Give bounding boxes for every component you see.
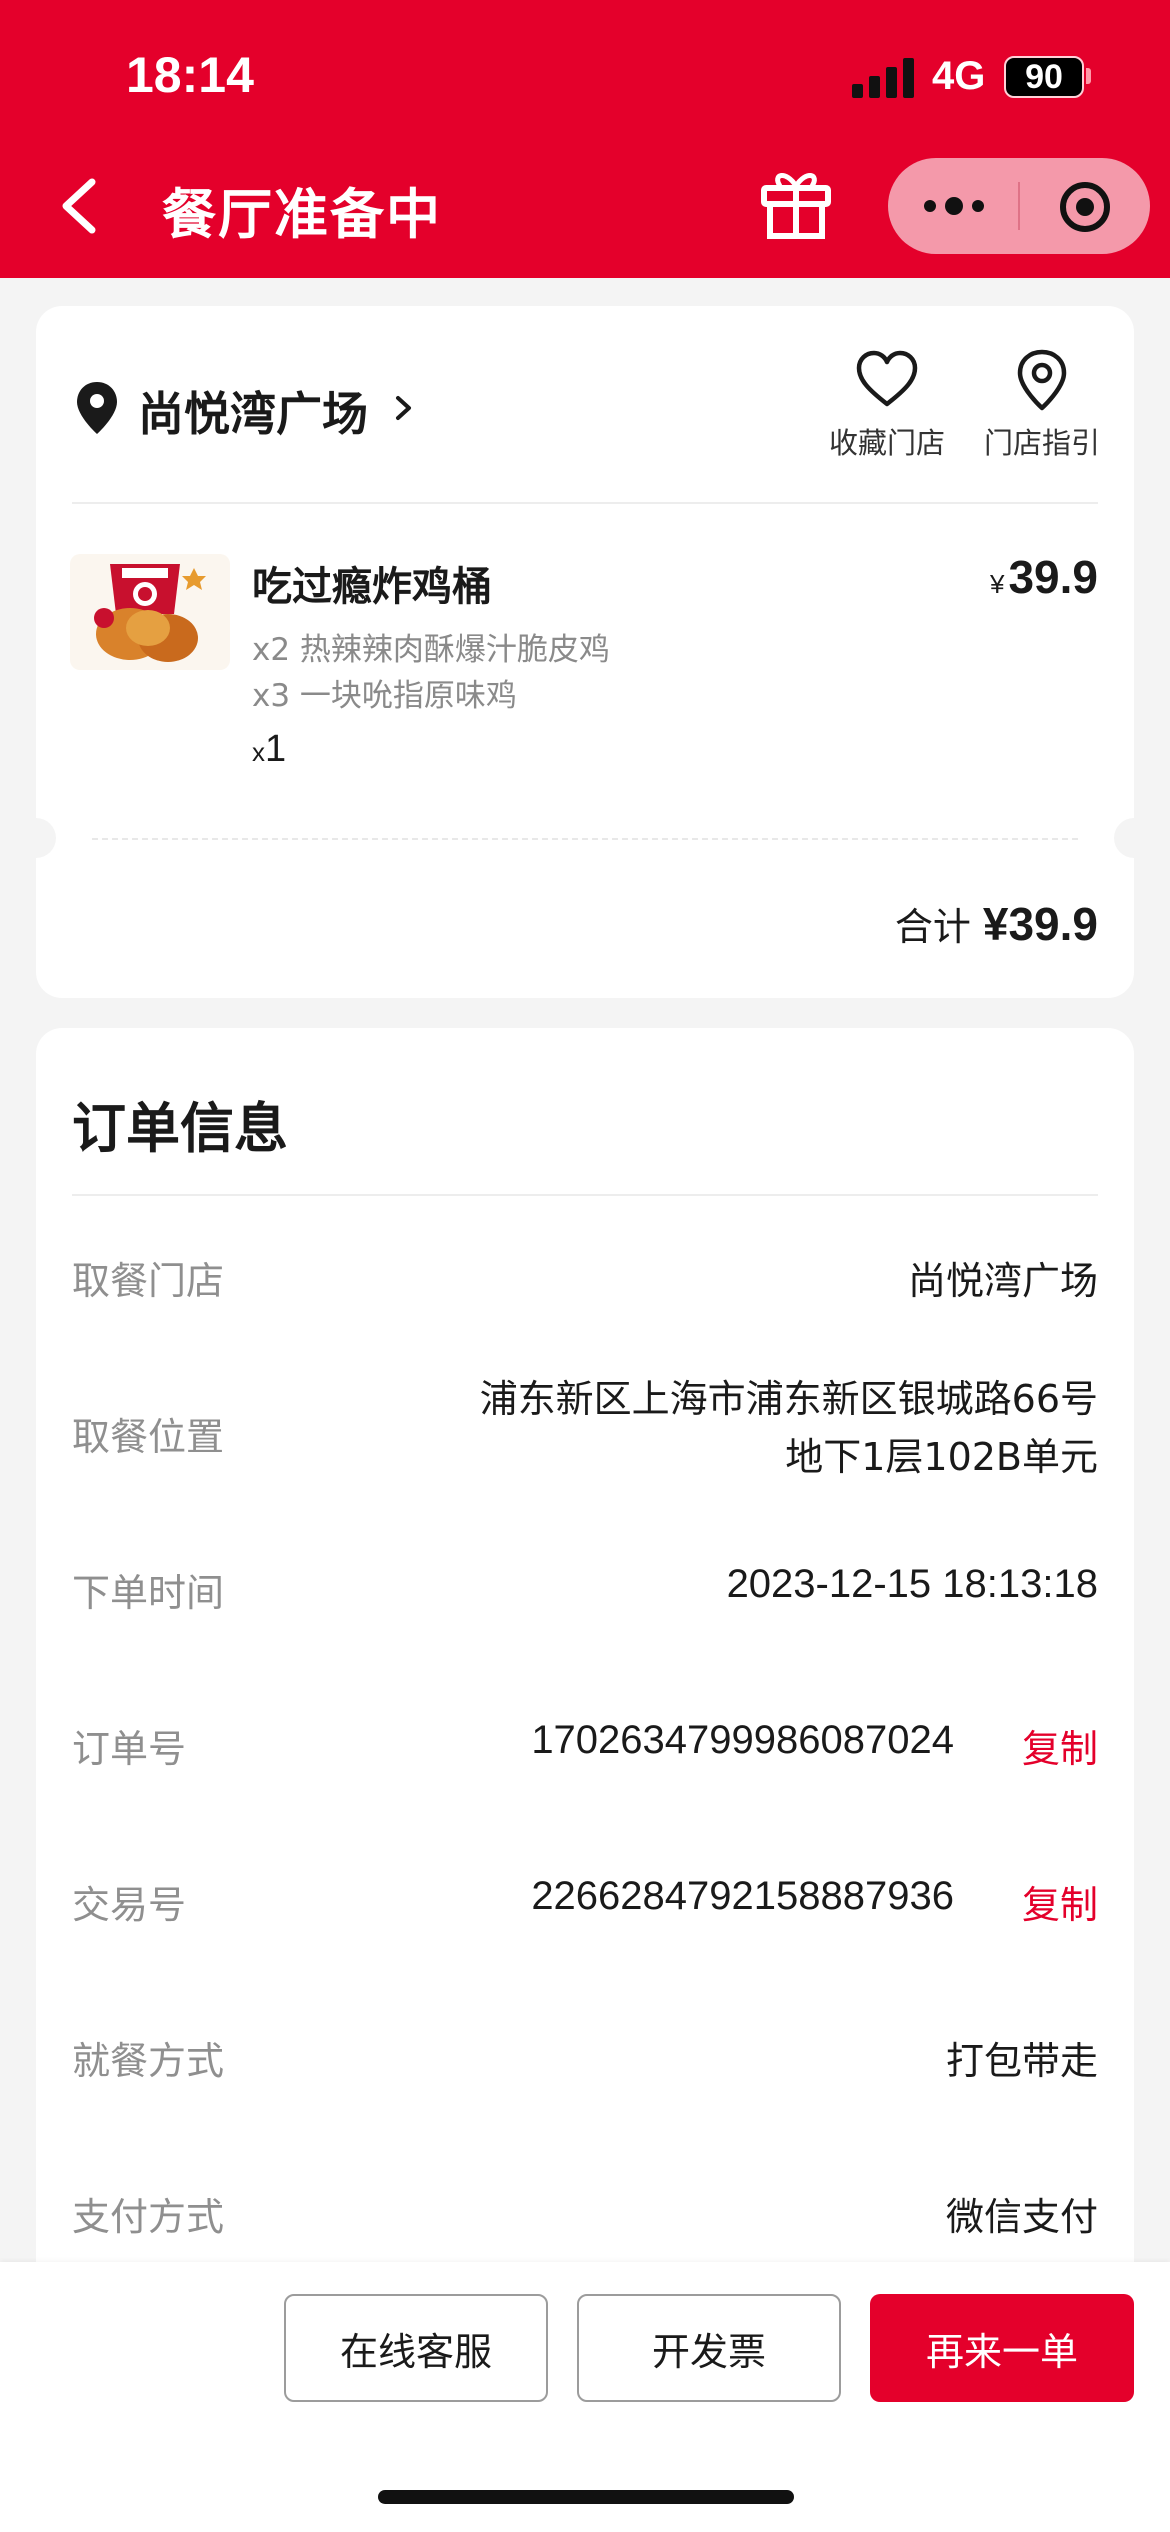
status-time: 18:14: [126, 47, 254, 103]
address-line-2: 地下1层102B单元: [785, 1435, 1098, 1479]
favorite-store-label: 收藏门店: [828, 426, 945, 460]
store-name[interactable]: 尚悦湾广场: [138, 378, 368, 444]
price-value: 39.9: [1008, 551, 1098, 603]
sub-item: x2 热辣辣肉酥爆汁脆皮鸡: [252, 632, 610, 668]
dashed-divider: [92, 838, 1078, 840]
divider: [72, 502, 1098, 504]
order-time-value: 2023-12-15 18:13:18: [726, 1562, 1098, 1606]
ticket-notch-left: [16, 818, 56, 858]
mini-program-capsule: [888, 158, 1150, 254]
transaction-number-value: 2266284792158887936: [531, 1874, 954, 1918]
signal-icon: [852, 58, 914, 98]
close-mini-program-icon[interactable]: [1058, 180, 1112, 234]
total-label: 合计: [894, 905, 971, 949]
order-card: 尚悦湾广场 收藏门店 门店指引 吃过瘾炸鸡桶 ¥39.9 x2 热辣辣肉酥爆汁脆…: [16, 306, 1154, 998]
page-title: 餐厅准备中: [162, 183, 442, 246]
battery-tip: [1086, 68, 1091, 84]
qty-prefix: x: [252, 737, 265, 767]
qty-value: 1: [265, 728, 287, 770]
address-line-1: 浦东新区上海市浦东新区银城路66号: [479, 1377, 1098, 1421]
product-price: ¥39.9: [990, 550, 1098, 604]
dining-method-label: 就餐方式: [72, 2039, 225, 2083]
product-name: 吃过瘾炸鸡桶: [252, 564, 492, 610]
product-quantity: x1: [252, 728, 286, 771]
heart-icon: [856, 350, 918, 407]
pickup-location-value: 浦东新区上海市浦东新区银城路66号 地下1层102B单元: [480, 1370, 1098, 1486]
battery-icon: 90: [1004, 56, 1084, 98]
reorder-button[interactable]: 再来一单: [870, 2294, 1134, 2402]
product-image: [70, 554, 230, 670]
chevron-right-icon[interactable]: [392, 390, 416, 426]
divider: [72, 1194, 1098, 1196]
transaction-number-label: 交易号: [72, 1883, 187, 1927]
ticket-notch-right: [1114, 818, 1154, 858]
pickup-store-label: 取餐门店: [72, 1259, 225, 1303]
capsule-divider: [1018, 182, 1020, 230]
store-guide-button[interactable]: 门店指引: [972, 348, 1112, 462]
pickup-location-label: 取餐位置: [72, 1415, 225, 1459]
online-service-button[interactable]: 在线客服: [284, 2294, 548, 2402]
copy-transaction-number-button[interactable]: 复制: [1022, 1874, 1098, 1929]
sub-item: x3 一块吮指原味鸡: [252, 678, 517, 714]
dining-method-value: 打包带走: [945, 2039, 1098, 2083]
map-pin-icon: [1017, 349, 1067, 411]
battery-level: 90: [1025, 57, 1063, 96]
gift-icon[interactable]: [760, 166, 832, 240]
home-indicator[interactable]: [378, 2490, 794, 2504]
pickup-store-value: 尚悦湾广场: [907, 1259, 1098, 1303]
total-amount: ¥39.9: [982, 898, 1098, 950]
store-guide-label: 门店指引: [983, 426, 1100, 460]
favorite-store-button[interactable]: 收藏门店: [822, 348, 952, 462]
section-title: 订单信息: [72, 1097, 288, 1160]
order-total: 合计 ¥39.9: [895, 896, 1098, 951]
order-number-value: 1702634799986087024: [531, 1718, 954, 1762]
app-header: 18:14 4G 90 餐厅准备中: [0, 0, 1170, 278]
location-pin-icon: [77, 382, 117, 434]
invoice-button[interactable]: 开发票: [577, 2294, 841, 2402]
more-icon[interactable]: [922, 194, 986, 218]
network-type: 4G: [932, 54, 986, 98]
copy-order-number-button[interactable]: 复制: [1022, 1718, 1098, 1773]
currency-symbol: ¥: [990, 569, 1005, 599]
order-time-label: 下单时间: [72, 1571, 225, 1615]
payment-method-value: 微信支付: [945, 2195, 1098, 2239]
order-info-card: 订单信息 取餐门店 尚悦湾广场 取餐位置 浦东新区上海市浦东新区银城路66号 地…: [36, 1028, 1134, 2328]
payment-method-label: 支付方式: [72, 2195, 225, 2239]
order-number-label: 订单号: [72, 1727, 187, 1771]
back-arrow-icon[interactable]: [56, 176, 106, 236]
